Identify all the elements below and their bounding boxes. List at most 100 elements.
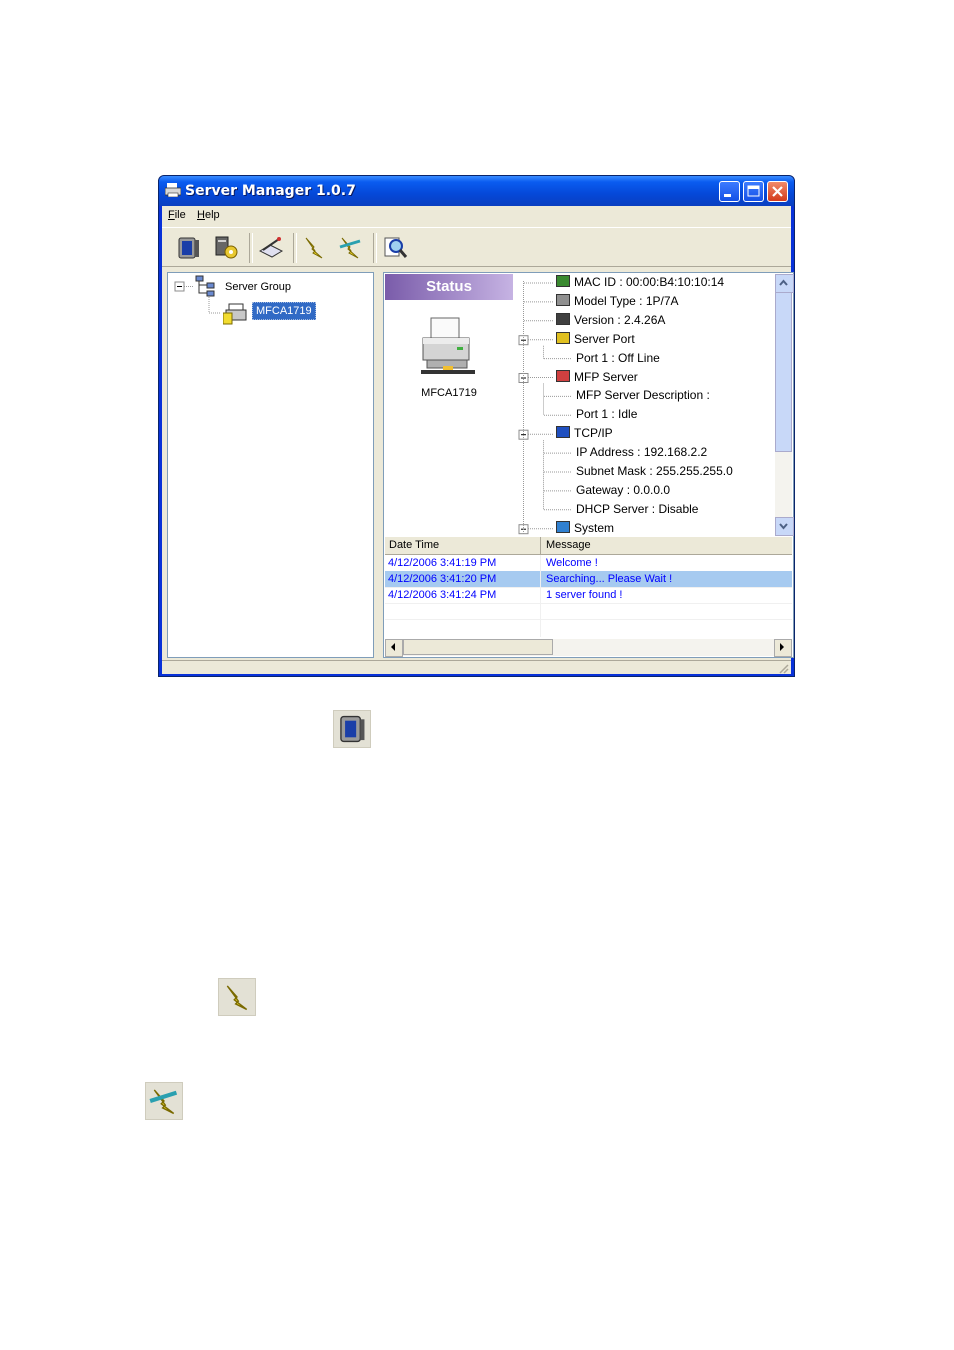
info-tree-text: Server Port [574,331,635,346]
log-time: 4/12/2006 3:41:20 PM [388,573,497,585]
title-bar[interactable]: Server Manager 1.0.7 [159,176,794,206]
menu-help-accel: H [197,209,205,221]
model-icon [556,293,570,306]
column-divider[interactable] [540,537,541,554]
info-tree-text: Port 1 : Off Line [576,350,660,365]
info-tree-node[interactable]: Server Port [556,331,635,346]
minimize-button[interactable] [719,181,740,202]
system-icon [556,520,570,533]
info-tree-node[interactable]: System [556,520,614,535]
info-tree-text: DHCP Server : Disable [576,501,699,516]
menu-help-rest: elp [204,209,220,221]
disconnect-icon [149,1089,178,1115]
printer-app-icon [165,183,181,197]
log-time: 4/12/2006 3:41:19 PM [388,557,497,569]
status-banner: Status [385,274,513,300]
server-device-label[interactable]: MFCA1719 [252,302,316,320]
menu-help[interactable]: Help [197,209,220,221]
status-bar [162,660,791,675]
info-tree-node[interactable]: TCP/IP [556,426,613,440]
log-row[interactable]: 4/12/2006 3:41:24 PM 1 server found ! [385,587,792,604]
printer-wizard-icon[interactable] [258,235,284,261]
info-tree-node[interactable]: MAC ID : 00:00:B4:10:10:14 [556,275,724,289]
info-tree-node[interactable]: Model Type : 1P/7A [556,293,679,308]
info-tree-text: Port 1 : Idle [576,407,638,422]
menu-file-rest: ile [174,209,186,221]
arrow-right-icon [780,643,784,651]
network-card-icon [556,275,570,287]
window-client-area: File Help Server Group MFCA1719 Status M… [162,206,794,675]
info-tree-leaf[interactable]: MFP Server Description : [576,388,710,402]
maximize-icon [747,185,760,197]
connect-icon[interactable] [302,235,328,261]
info-tree-text: IP Address : 192.168.2.2 [576,445,708,460]
scroll-right-button[interactable] [774,639,792,657]
log-row[interactable]: 4/12/2006 3:41:20 PM Searching... Please… [385,571,792,588]
info-tree-leaf[interactable]: Port 1 : Off Line [576,351,660,365]
info-tree-leaf[interactable]: Port 1 : Idle [576,407,637,421]
search-icon[interactable] [382,235,408,261]
toolbar [162,227,791,267]
info-tree-text: TCP/IP [574,426,613,441]
resize-grip-icon[interactable] [777,662,789,674]
info-tree-node[interactable]: Version : 2.4.26A [556,312,665,327]
column-header-message[interactable]: Message [546,539,591,551]
printer-icon [421,317,475,374]
server-manager-window: Server Manager 1.0.7 File Help Server Gr… [158,175,795,677]
chevron-down-icon [779,523,788,530]
monitor-icon[interactable] [176,235,202,261]
log-message: Welcome ! [546,557,598,569]
info-tree-text: MFP Server Description : [576,388,710,403]
info-tree: MAC ID : 00:00:B4:10:10:14 Model Type : 1… [516,273,774,535]
info-tree-leaf[interactable]: Gateway : 0.0.0.0 [576,483,670,497]
info-tree-leaf[interactable]: IP Address : 192.168.2.2 [576,445,707,459]
server-device-icon [223,303,247,325]
vertical-scrollbar[interactable] [775,274,794,536]
column-line [540,555,541,637]
toolbar-separator [373,233,377,263]
column-header-datetime[interactable]: Date Time [389,539,439,551]
close-button[interactable] [767,181,788,202]
server-group-label[interactable]: Server Group [225,281,291,293]
info-tree-text: Model Type : 1P/7A [574,293,679,308]
toolbar-separator [293,233,297,263]
info-tree-leaf[interactable]: Subnet Mask : 255.255.255.0 [576,464,733,478]
connect-icon [226,985,248,1011]
log-row-empty [385,603,792,620]
hscroll-thumb[interactable] [403,639,553,655]
log-message: Searching... Please Wait ! [546,573,673,585]
maximize-button[interactable] [743,181,764,202]
log-row[interactable]: 4/12/2006 3:41:19 PM Welcome ! [385,555,792,572]
info-tree-leaf[interactable]: DHCP Server : Disable [576,502,698,516]
horizontal-scrollbar[interactable] [385,639,792,657]
status-pane: Status MFCA1719 MAC ID : 00:00:B4:10:10:… [383,272,794,658]
menu-bar: File Help [162,206,791,226]
info-tree-text: MAC ID : 00:00:B4:10:10:14 [574,275,725,289]
menu-file-accel: F [168,209,175,221]
scroll-left-button[interactable] [385,639,403,657]
arrow-left-icon [391,643,395,651]
scroll-down-button[interactable] [775,517,794,536]
close-icon [772,186,783,197]
info-tree-text: MFP Server [574,369,638,384]
server-group-icon [195,275,215,297]
scroll-up-button[interactable] [775,274,794,293]
chevron-up-icon [779,279,788,286]
monitor-icon [340,715,365,743]
log-header: Date Time Message [385,537,792,555]
info-tree-text: Subnet Mask : 255.255.255.0 [576,464,733,478]
disconnect-icon[interactable] [338,235,364,261]
standalone-connect-button [218,978,256,1016]
mfp-icon [556,369,570,382]
scroll-thumb[interactable] [775,292,792,452]
log-message: 1 server found ! [546,589,623,601]
port-icon [556,331,570,344]
toolbar-separator [249,233,253,263]
version-icon [556,312,570,325]
server-tree-pane: Server Group MFCA1719 [167,272,374,658]
server-settings-icon[interactable] [214,235,240,261]
info-tree-node[interactable]: MFP Server [556,369,638,384]
minimize-icon [724,194,731,197]
menu-file[interactable]: File [168,209,186,221]
standalone-monitor-button [333,710,371,748]
